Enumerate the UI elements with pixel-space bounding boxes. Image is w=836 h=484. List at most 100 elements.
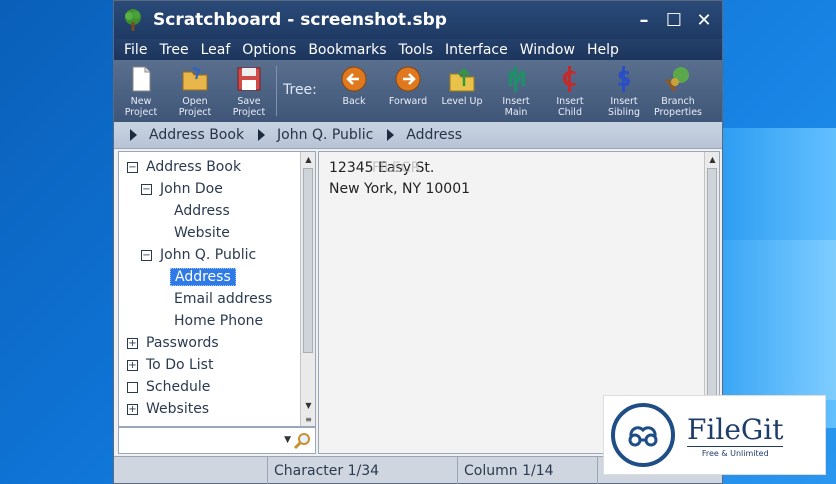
back-button[interactable]: Back [327, 60, 381, 122]
menu-interface[interactable]: Interface [439, 42, 514, 58]
insert-child-button[interactable]: C Insert Child [543, 60, 597, 122]
menu-bookmarks[interactable]: Bookmarks [302, 42, 392, 58]
filegit-title: FileGit [687, 412, 784, 446]
status-cell-empty [114, 457, 268, 484]
tree-node-label: Address Book [146, 159, 242, 175]
insert-main-icon: M [507, 66, 527, 92]
tree-scrollbar[interactable]: ▲ ▼ ≡ [300, 152, 315, 426]
back-arrow-icon [341, 66, 367, 92]
editor-line: New York, NY 10001 [329, 181, 471, 197]
tree-node[interactable]: + Passwords [119, 332, 301, 354]
filegit-logo-icon [611, 403, 675, 467]
maximize-button[interactable]: ☐ [662, 9, 686, 31]
level-up-folder-icon [449, 68, 475, 92]
menu-leaf[interactable]: Leaf [195, 42, 237, 58]
minimize-button[interactable]: – [632, 9, 656, 31]
breadcrumb: Address Book John Q. Public Address [114, 122, 722, 149]
tree-node[interactable]: Schedule [119, 376, 301, 398]
insert-child-icon: C [562, 66, 577, 92]
leaf-box-icon[interactable] [127, 381, 138, 393]
collapse-icon[interactable]: − [141, 183, 152, 195]
insert-sibling-button[interactable]: S Insert Sibling [597, 60, 651, 122]
breadcrumb-arrow-icon [258, 129, 266, 141]
menu-bar: File Tree Leaf Options Bookmarks Tools I… [114, 39, 722, 60]
tree-node[interactable]: − Address Book [119, 156, 301, 178]
breadcrumb-item[interactable]: Address [406, 127, 462, 143]
collapse-icon[interactable]: − [127, 161, 138, 173]
forward-label: Forward [388, 96, 428, 107]
menu-help[interactable]: Help [581, 42, 625, 58]
title-bar[interactable]: Scratchboard - screenshot.sbp – ☐ ✕ [114, 1, 722, 39]
tree-node-label: Websites [146, 401, 210, 417]
breadcrumb-item[interactable]: John Q. Public [277, 127, 373, 143]
tree-node[interactable]: − John Doe [119, 178, 301, 200]
tree-node-label: Email address [174, 291, 273, 307]
scroll-down-icon[interactable]: ▼ [301, 398, 316, 412]
menu-tree[interactable]: Tree [153, 42, 194, 58]
open-folder-icon [182, 67, 208, 91]
tree-app-icon [125, 9, 141, 31]
menu-file[interactable]: File [118, 42, 153, 58]
tree-node-label: To Do List [146, 357, 214, 373]
scroll-up-icon[interactable]: ▲ [301, 152, 316, 166]
tree-node-label: John Doe [160, 181, 223, 197]
tree-node-label: Passwords [146, 335, 219, 351]
tree-node-label: Address [174, 203, 230, 219]
tree-node[interactable]: Home Phone [119, 310, 301, 332]
breadcrumb-arrow-icon [130, 129, 137, 141]
tree-node[interactable]: + Websites [119, 398, 301, 420]
tree-node[interactable]: Website [119, 222, 301, 244]
menu-options[interactable]: Options [236, 42, 302, 58]
menu-window[interactable]: Window [514, 42, 581, 58]
level-up-button[interactable]: Level Up [435, 60, 489, 122]
status-character: Character 1/34 [268, 457, 458, 484]
breadcrumb-arrow-icon [387, 129, 395, 141]
close-button[interactable]: ✕ [692, 9, 716, 31]
scroll-up-icon[interactable]: ▲ [705, 152, 720, 166]
filegit-subtitle: Free & Unlimited [687, 445, 784, 458]
expand-icon[interactable]: + [127, 337, 138, 349]
forward-button[interactable]: Forward [381, 60, 435, 122]
insert-main-button[interactable]: M Insert Main [489, 60, 543, 122]
tree-list: − Address Book − John Doe Address Website − Joh… [119, 156, 301, 420]
tree-node-label: Website [174, 225, 230, 241]
expand-icon[interactable]: + [127, 403, 138, 415]
scroll-thumb[interactable] [303, 168, 313, 353]
save-project-button[interactable]: Save Project [222, 60, 276, 122]
tree-toolbar-label: Tree: [283, 82, 317, 98]
status-column: Column 1/14 [458, 457, 598, 484]
tree-pane: − Address Book − John Doe Address Website − Joh… [118, 151, 316, 427]
desktop-highlight-lower [722, 240, 836, 400]
tree-node[interactable]: Address [119, 200, 301, 222]
new-project-button[interactable]: New Project [114, 60, 168, 122]
toolbar-separator [276, 66, 277, 116]
tree-node-label: Home Phone [174, 313, 264, 329]
window-title: Scratchboard - screenshot.sbp [153, 10, 447, 30]
branch-properties-icon [665, 67, 689, 92]
breadcrumb-item[interactable]: Address Book [149, 127, 244, 143]
collapse-icon[interactable]: − [141, 249, 152, 261]
tree-node-label: Schedule [146, 379, 211, 395]
open-project-button[interactable]: Open Project [168, 60, 222, 122]
back-label: Back [342, 96, 366, 107]
tree-node[interactable]: + To Do List [119, 354, 301, 376]
watermark: FILECR [372, 160, 421, 176]
tree-node[interactable]: Email address [119, 288, 301, 310]
forward-arrow-icon [395, 66, 421, 92]
save-disk-icon [237, 67, 261, 91]
toolbar: New Project Open Project Save Project Tr… [114, 60, 722, 122]
tree-node[interactable]: − John Q. Public [119, 244, 301, 266]
tree-node-label: John Q. Public [160, 247, 257, 263]
new-project-label: New Project [124, 96, 158, 118]
dropdown-arrow-icon[interactable]: ▼ [284, 435, 291, 445]
scroll-resize-icon[interactable]: ≡ [301, 412, 316, 426]
tree-search-box[interactable]: ▼ [118, 427, 316, 454]
insert-child-label: Insert Child [556, 96, 584, 118]
expand-icon[interactable]: + [127, 359, 138, 371]
new-document-icon [132, 66, 151, 92]
branch-properties-button[interactable]: Branch Properties [651, 60, 705, 122]
insert-main-label: Insert Main [502, 96, 530, 118]
menu-tools[interactable]: Tools [393, 42, 440, 58]
tree-node[interactable]: Address [119, 266, 301, 288]
search-icon[interactable] [293, 432, 311, 450]
